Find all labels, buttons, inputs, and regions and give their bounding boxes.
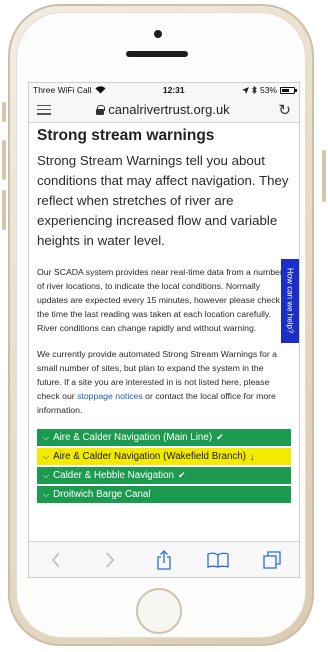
- chevron-down-icon: ⌵: [43, 470, 50, 480]
- help-tab[interactable]: How can we help?: [281, 259, 299, 343]
- earpiece-speaker: [126, 51, 188, 57]
- check-circle-icon: ✔: [177, 470, 186, 480]
- wifi-icon: [95, 86, 106, 94]
- waterway-label: Aire & Calder Navigation (Wakefield Bran…: [53, 451, 247, 462]
- page-content: Strong stream warnings Strong Stream War…: [29, 123, 299, 541]
- back-icon[interactable]: [43, 548, 69, 572]
- battery-icon: [279, 86, 297, 94]
- help-tab-label: How can we help?: [285, 268, 295, 334]
- stoppage-notices-link[interactable]: stoppage notices: [77, 391, 143, 401]
- url-field[interactable]: canalrivertrust.org.uk: [51, 102, 275, 117]
- chevron-down-icon: ⌵: [43, 451, 50, 461]
- forward-icon[interactable]: [97, 548, 123, 572]
- waterway-label: Calder & Hebble Navigation: [53, 470, 174, 481]
- lock-icon: [96, 104, 106, 115]
- waterway-item[interactable]: ⌵ Aire & Calder Navigation (Wakefield Br…: [37, 448, 291, 465]
- waterway-label: Droitwich Barge Canal: [53, 489, 151, 500]
- page-title: Strong stream warnings: [37, 127, 215, 144]
- power-button: [322, 150, 326, 202]
- coverage-paragraph: We currently provide automated Strong St…: [37, 347, 289, 417]
- volume-up-button: [2, 140, 6, 180]
- front-camera: [154, 30, 162, 38]
- scada-paragraph: Our SCADA system provides near real-time…: [37, 267, 283, 333]
- battery-percent: 53%: [259, 85, 277, 95]
- check-circle-icon: ✔: [216, 432, 224, 442]
- chevron-down-icon: ⌵: [43, 489, 50, 499]
- intro-text: Strong Stream Warnings tell you about co…: [37, 153, 289, 248]
- waterway-list: ⌵ Aire & Calder Navigation (Main Line) ✔…: [37, 429, 291, 503]
- reload-icon[interactable]: ↻: [275, 101, 291, 119]
- status-bar: Three WiFi Call 12:31 53%: [29, 83, 299, 97]
- waterway-item[interactable]: ⌵ Droitwich Barge Canal: [37, 486, 291, 503]
- url-text: canalrivertrust.org.uk: [108, 102, 230, 117]
- chevron-down-icon: ⌵: [43, 432, 50, 442]
- volume-down-button: [2, 190, 6, 230]
- location-icon: [241, 86, 249, 94]
- home-button[interactable]: [136, 588, 182, 634]
- carrier-label: Three WiFi Call: [33, 85, 92, 95]
- mute-switch: [2, 102, 6, 122]
- tabs-icon[interactable]: [259, 548, 285, 572]
- clock: 12:31: [162, 85, 185, 95]
- bluetooth-icon: [252, 86, 257, 94]
- waterway-item[interactable]: ⌵ Calder & Hebble Navigation ✔: [37, 467, 291, 484]
- address-bar[interactable]: canalrivertrust.org.uk ↻: [29, 97, 299, 123]
- reader-menu-icon[interactable]: [37, 104, 51, 115]
- browser-toolbar: [29, 541, 299, 577]
- bookmarks-icon[interactable]: [205, 548, 231, 572]
- share-icon[interactable]: [151, 548, 177, 572]
- waterway-label: Aire & Calder Navigation (Main Line): [53, 432, 213, 443]
- arrow-down-icon: ↓: [250, 451, 255, 462]
- waterway-item[interactable]: ⌵ Aire & Calder Navigation (Main Line) ✔: [37, 429, 291, 446]
- phone-screen: Three WiFi Call 12:31 53% canalrivertrus…: [28, 82, 300, 578]
